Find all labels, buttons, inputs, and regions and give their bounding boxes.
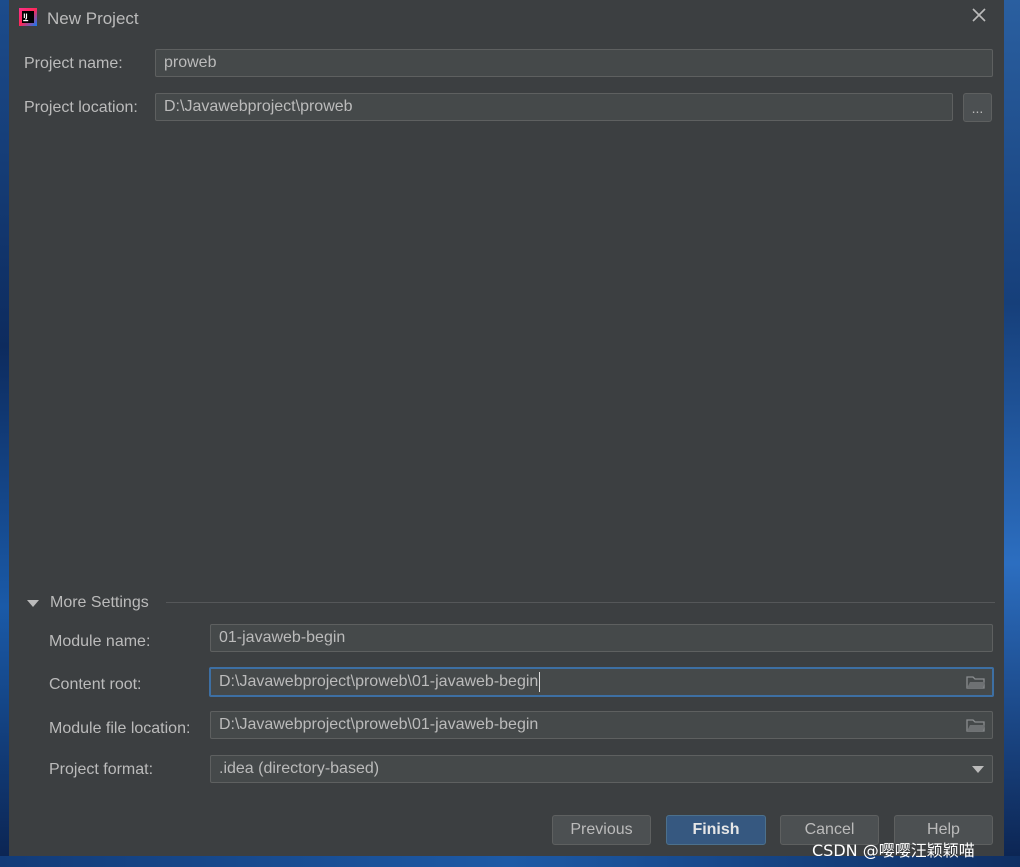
csdn-watermark: CSDN @嘤嘤汪颖颖喵 (812, 841, 975, 860)
previous-button[interactable]: Previous (552, 815, 651, 845)
project-format-label: Project format: (49, 761, 154, 778)
close-button[interactable] (968, 6, 990, 28)
project-location-label: Project location: (24, 99, 138, 116)
module-name-label: Module name: (49, 633, 151, 650)
finish-button-label: Finish (692, 821, 740, 838)
module-file-location-label: Module file location: (49, 720, 191, 737)
project-format-select[interactable]: .idea (directory-based) (210, 755, 993, 783)
module-file-location-value: D:\Javawebproject\proweb\01-javaweb-begi… (219, 716, 539, 733)
window-title: New Project (47, 9, 139, 28)
project-location-value: D:\Javawebproject\proweb (164, 98, 353, 115)
new-project-dialog: IJ New Project Project name: proweb Proj… (9, 0, 1004, 856)
module-file-location-field[interactable]: D:\Javawebproject\proweb\01-javaweb-begi… (210, 711, 993, 739)
content-root-value: D:\Javawebproject\proweb\01-javaweb-begi… (219, 673, 539, 690)
chevron-down-icon (27, 599, 39, 607)
more-settings-label: More Settings (50, 594, 149, 611)
project-format-value: .idea (directory-based) (219, 760, 380, 777)
section-divider (166, 602, 995, 603)
folder-icon[interactable] (966, 674, 986, 690)
project-name-field[interactable]: proweb (155, 49, 993, 77)
folder-icon[interactable] (966, 717, 986, 733)
close-icon (972, 7, 986, 27)
module-name-field[interactable]: 01-javaweb-begin (210, 624, 993, 652)
previous-button-label: Previous (570, 821, 633, 838)
intellij-idea-icon: IJ (19, 8, 37, 26)
chevron-down-icon (972, 766, 984, 773)
content-root-label: Content root: (49, 676, 142, 693)
desktop-background-right (1004, 0, 1020, 867)
browse-location-button[interactable]: ... (963, 93, 992, 122)
module-name-value: 01-javaweb-begin (219, 629, 346, 646)
content-root-field[interactable]: D:\Javawebproject\proweb\01-javaweb-begi… (209, 667, 994, 697)
browse-ellipsis: ... (971, 99, 984, 116)
more-settings-toggle[interactable]: More Settings (27, 593, 149, 613)
project-name-label: Project name: (24, 55, 123, 72)
svg-text:IJ: IJ (23, 13, 27, 20)
finish-button[interactable]: Finish (666, 815, 766, 845)
project-location-field[interactable]: D:\Javawebproject\proweb (155, 93, 953, 121)
project-name-value: proweb (164, 54, 217, 71)
title-bar: IJ New Project (9, 0, 1004, 36)
text-caret (539, 672, 541, 692)
desktop-background-left (0, 0, 9, 867)
